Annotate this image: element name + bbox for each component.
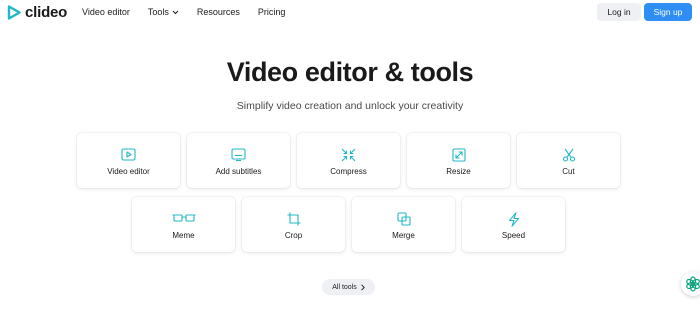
tool-card-label: Meme: [172, 231, 195, 240]
chat-assistant-icon: [686, 276, 700, 292]
compress-icon: [341, 148, 356, 162]
tool-card-speed[interactable]: Speed: [462, 197, 565, 252]
chevron-right-icon: [360, 283, 365, 291]
nav-item-pricing[interactable]: Pricing: [258, 7, 286, 17]
header: clideo Video editor Tools Resources Pric…: [0, 0, 700, 26]
scissors-icon: [562, 148, 575, 162]
tool-card-crop[interactable]: Crop: [242, 197, 345, 252]
tool-card-resize[interactable]: Resize: [407, 133, 510, 188]
merge-icon: [396, 212, 411, 226]
nav-item-tools[interactable]: Tools: [148, 7, 179, 17]
chat-assistant-button[interactable]: [681, 272, 700, 296]
tool-card-label: Crop: [284, 231, 303, 240]
play-icon: [121, 148, 136, 161]
glasses-icon: [172, 214, 195, 222]
tool-card-compress[interactable]: Compress: [297, 133, 400, 188]
tool-card-label: Cut: [562, 167, 575, 176]
crop-icon: [287, 212, 300, 226]
tool-card-video-editor[interactable]: Video editor: [77, 133, 180, 188]
main-nav: Video editor Tools Resources Pricing: [82, 7, 303, 17]
chevron-down-icon: [172, 10, 179, 14]
all-tools-label: All tools: [332, 283, 357, 291]
signup-button[interactable]: Sign up: [644, 3, 692, 21]
nav-item-video-editor[interactable]: Video editor: [82, 7, 130, 17]
nav-item-resources[interactable]: Resources: [197, 7, 240, 17]
page-title: Video editor & tools: [226, 57, 474, 87]
logo[interactable]: clideo: [7, 4, 67, 21]
tool-card-label: Add subtitles: [215, 167, 262, 176]
tool-card-label: Compress: [330, 167, 367, 176]
page-subtitle: Simplify video creation and unlock your …: [236, 100, 464, 112]
subtitles-icon: [231, 148, 246, 161]
tool-card-cut[interactable]: Cut: [517, 133, 620, 188]
tool-card-label: Video editor: [107, 167, 150, 176]
resize-icon: [451, 148, 466, 162]
login-button[interactable]: Log in: [597, 3, 641, 21]
clideo-logo-icon: [7, 5, 21, 20]
tool-card-label: Speed: [501, 231, 526, 240]
all-tools-button[interactable]: All tools: [322, 279, 375, 295]
lightning-icon: [508, 212, 519, 227]
tool-card-add-subtitles[interactable]: Add subtitles: [187, 133, 290, 188]
logo-text: clideo: [25, 4, 68, 21]
nav-item-tools-label: Tools: [147, 7, 169, 17]
tool-card-meme[interactable]: Meme: [132, 197, 235, 252]
tool-card-label: Merge: [392, 231, 415, 240]
tool-card-merge[interactable]: Merge: [352, 197, 455, 252]
tool-card-label: Resize: [446, 167, 471, 176]
